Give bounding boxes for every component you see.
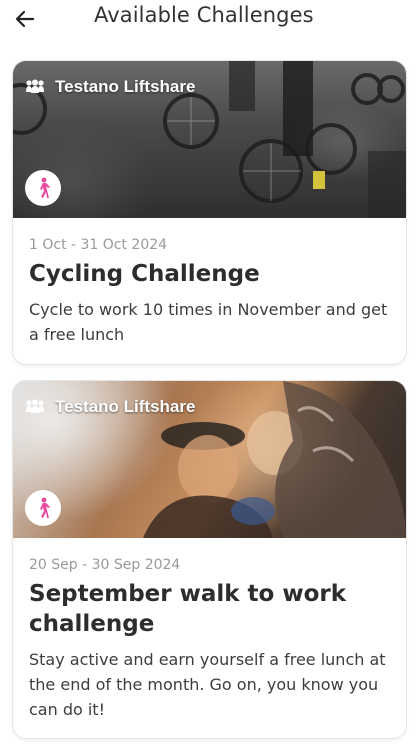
organization-label: Testano Liftshare: [25, 77, 195, 97]
organization-label: Testano Liftshare: [25, 397, 195, 417]
challenge-image: Testano Liftshare: [13, 61, 406, 218]
challenge-image: Testano Liftshare: [13, 381, 406, 538]
walking-icon: [40, 497, 50, 518]
challenge-title: September walk to work challenge: [29, 581, 347, 637]
challenge-description: Stay active and earn yourself a free lun…: [29, 650, 386, 719]
group-icon: [26, 399, 44, 413]
challenge-title: Cycling Challenge: [29, 261, 260, 287]
activity-badge: [25, 490, 61, 526]
organization-name: Testano Liftshare: [55, 397, 196, 416]
date-range: 1 Oct - 31 Oct 2024: [29, 237, 168, 253]
arrow-left-icon: [15, 10, 35, 28]
organization-name: Testano Liftshare: [55, 77, 196, 96]
challenge-card-walk[interactable]: Testano Liftshare 20 Sep - 30 Sep 2024 S…: [13, 381, 406, 738]
challenge-card-cycling[interactable]: Testano Liftshare 1 Oct - 31 Oct 2024 Cy…: [13, 61, 406, 364]
walking-icon: [40, 177, 50, 198]
card-body: 20 Sep - 30 Sep 2024 September walk to w…: [13, 557, 406, 722]
app-header: Available Challenges: [0, 0, 417, 40]
page-title: Available Challenges: [94, 3, 314, 27]
challenge-description: Cycle to work 10 times in November and g…: [29, 300, 388, 344]
date-range: 20 Sep - 30 Sep 2024: [29, 557, 181, 573]
activity-badge: [25, 170, 61, 206]
card-body: 1 Oct - 31 Oct 2024 Cycling Challenge Cy…: [13, 237, 406, 347]
group-icon: [26, 79, 44, 93]
back-button[interactable]: [12, 6, 38, 32]
